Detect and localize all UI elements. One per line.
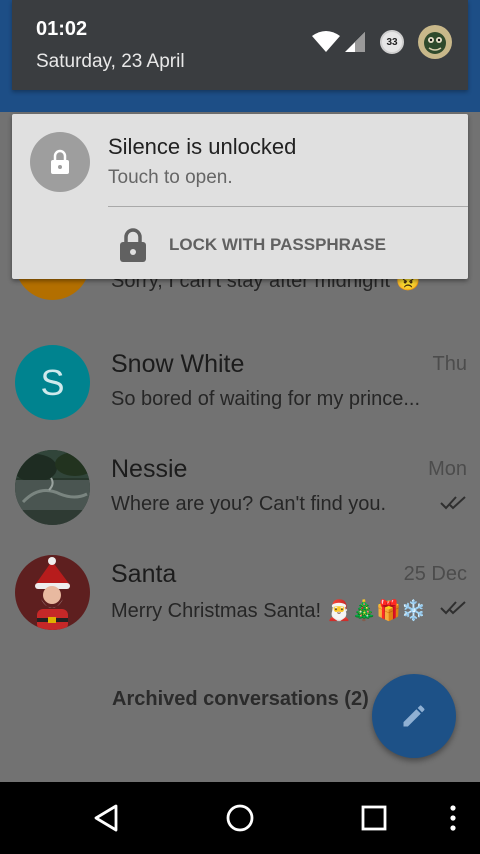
contact-name: Santa bbox=[111, 560, 177, 588]
message-date: Mon bbox=[428, 458, 467, 480]
home-icon bbox=[226, 804, 254, 832]
notification-text: Touch to open. bbox=[108, 167, 233, 188]
message-snippet: Merry Christmas Santa! 🎅🎄🎁❄️ bbox=[111, 600, 427, 622]
overflow-menu-button[interactable] bbox=[440, 800, 466, 836]
silence-unlocked-notification[interactable]: Silence is unlocked Touch to open. LOCK … bbox=[12, 114, 468, 279]
action-label: LOCK WITH PASSPHRASE bbox=[169, 235, 386, 254]
message-snippet: So bored of waiting for my prince... bbox=[111, 388, 421, 410]
profile-avatar[interactable] bbox=[418, 25, 452, 59]
lock-icon bbox=[120, 228, 146, 262]
home-button[interactable] bbox=[222, 800, 258, 836]
conversation-item[interactable]: Nessie Where are you? Can't find you. Mo… bbox=[0, 435, 480, 540]
message-date: 25 Dec bbox=[403, 563, 467, 585]
message-date: Thu bbox=[432, 353, 467, 375]
status-icons: 33 bbox=[312, 22, 452, 62]
recents-icon bbox=[361, 805, 387, 831]
back-button[interactable] bbox=[88, 800, 124, 836]
clock-date: Saturday, 23 April bbox=[36, 51, 185, 72]
contact-name: Snow White bbox=[111, 350, 245, 378]
cellular-signal-icon bbox=[345, 32, 365, 52]
battery-icon: 33 bbox=[380, 30, 404, 54]
delivered-ticks-icon bbox=[440, 496, 466, 510]
wifi-icon bbox=[312, 31, 340, 52]
battery-level-text: 33 bbox=[386, 36, 398, 48]
contact-name: Nessie bbox=[111, 455, 188, 483]
conversation-item[interactable]: S Snow White So bored of waiting for my … bbox=[0, 330, 480, 435]
recents-button[interactable] bbox=[356, 800, 392, 836]
archived-conversations-link[interactable]: Archived conversations (2) bbox=[112, 688, 369, 711]
overflow-menu-icon bbox=[450, 805, 456, 831]
contact-avatar-photo bbox=[15, 555, 90, 630]
notification-shade-header: 01:02 Saturday, 23 April 33 bbox=[12, 0, 468, 90]
message-snippet: Where are you? Can't find you. bbox=[111, 493, 387, 515]
santa-photo-icon bbox=[15, 555, 90, 630]
clock-time: 01:02 bbox=[36, 18, 88, 40]
contact-avatar: S bbox=[15, 345, 90, 420]
compose-button[interactable] bbox=[372, 674, 456, 758]
lock-with-passphrase-button[interactable]: LOCK WITH PASSPHRASE bbox=[108, 207, 468, 279]
delivered-ticks-icon bbox=[440, 601, 466, 615]
pencil-icon bbox=[403, 705, 425, 727]
notification-title: Silence is unlocked bbox=[108, 134, 297, 159]
back-icon bbox=[94, 804, 118, 832]
system-navigation-bar bbox=[0, 782, 480, 854]
profile-avatar-icon bbox=[418, 25, 452, 59]
contact-avatar-photo bbox=[15, 450, 90, 525]
lock-icon bbox=[51, 149, 69, 174]
notification-icon bbox=[30, 132, 90, 192]
conversation-item[interactable]: Santa Merry Christmas Santa! 🎅🎄🎁❄️ 25 De… bbox=[0, 540, 480, 645]
lake-photo-icon bbox=[15, 450, 90, 525]
